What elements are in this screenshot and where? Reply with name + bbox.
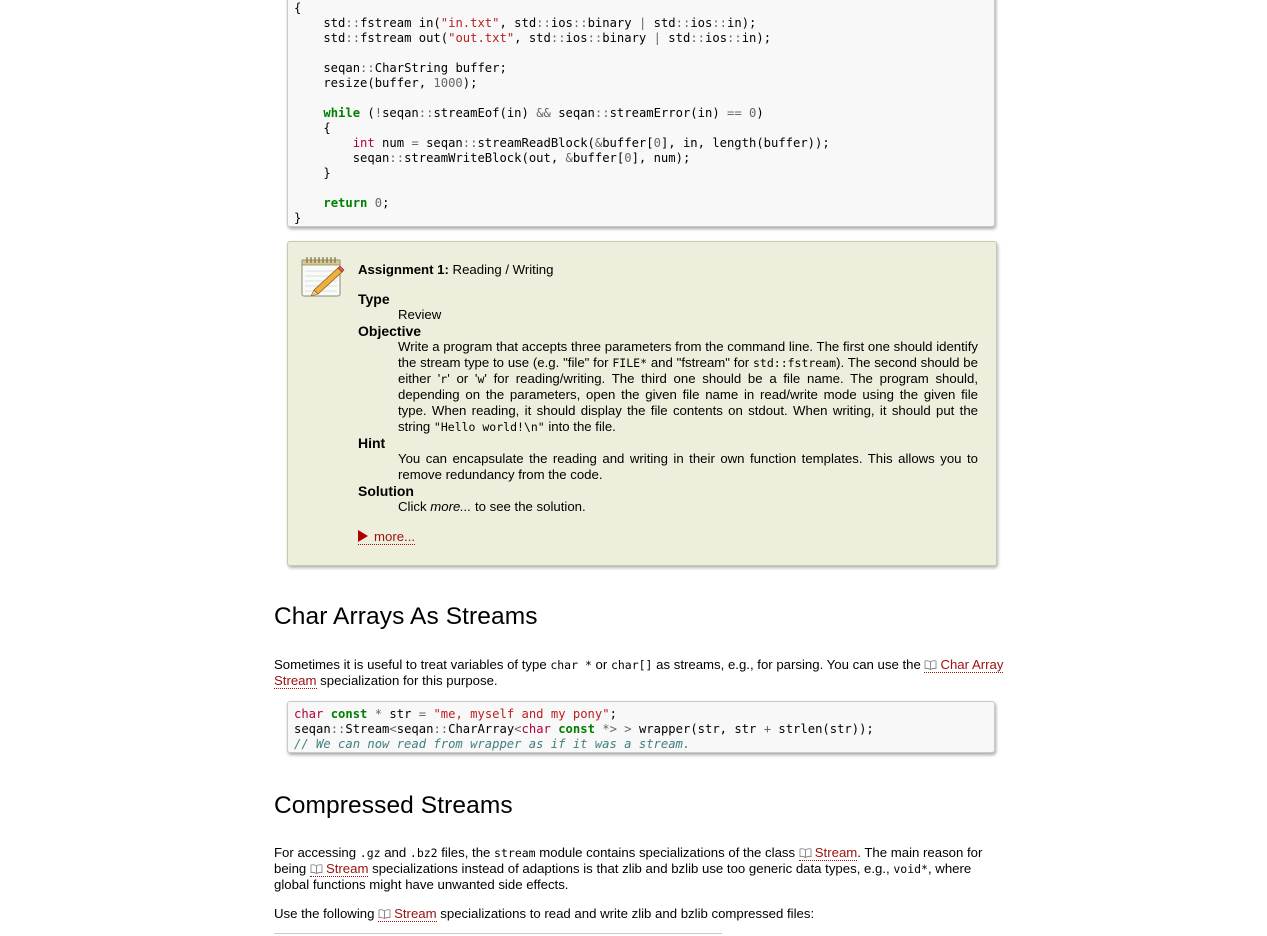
- char-arrays-paragraph: Sometimes it is useful to treat variable…: [274, 657, 1004, 689]
- code-block-char-array: char const * str = "me, myself and my po…: [287, 701, 995, 753]
- assignment-box: Assignment 1: Reading / Writing Type Rev…: [287, 241, 997, 566]
- code-line: resize(buffer, 1000);: [294, 76, 478, 90]
- code-line: {: [294, 121, 331, 135]
- code-line: std::fstream in("in.txt", std::ios::bina…: [294, 16, 757, 30]
- code-line: seqan::streamWriteBlock(out, &buffer[0],…: [294, 151, 691, 165]
- solution-text: Click more... to see the solution.: [398, 499, 586, 514]
- hint-label: Hint: [358, 435, 386, 451]
- book-icon: [799, 848, 812, 858]
- objective-label: Objective: [358, 323, 422, 339]
- more-toggle-link[interactable]: more...: [358, 529, 416, 545]
- code-line: {: [294, 1, 302, 15]
- stream-link-2[interactable]: Stream: [309, 861, 369, 877]
- assignment-content: Assignment 1: Reading / Writing Type Rev…: [358, 262, 978, 545]
- assignment-title: Assignment 1: Reading / Writing: [358, 262, 554, 277]
- code-line: seqan::CharString buffer;: [294, 61, 507, 75]
- code-line: int num = seqan::streamReadBlock(&buffer…: [352, 136, 830, 150]
- code-listing: char const * str = "me, myself and my po…: [294, 707, 994, 752]
- code-block-stream-copy: { std::fstream in("in.txt", std::ios::bi…: [287, 0, 995, 227]
- type-label: Type: [358, 291, 390, 307]
- table-top-border: [274, 933, 722, 934]
- code-line: char const * str = "me, myself and my po…: [294, 707, 617, 721]
- code-line: seqan::Stream<seqan::CharArray<char cons…: [294, 722, 874, 736]
- notepad-pencil-icon: [301, 257, 345, 297]
- code-line: std::fstream out("out.txt", std::ios::bi…: [294, 31, 772, 45]
- book-icon: [378, 909, 391, 919]
- code-listing: { std::fstream in("in.txt", std::ios::bi…: [294, 1, 994, 226]
- hint-text: You can encapsulate the reading and writ…: [398, 451, 978, 482]
- heading-compressed-streams: Compressed Streams: [274, 792, 513, 819]
- compressed-paragraph-2: Use the following Stream specializations…: [274, 906, 815, 922]
- objective-text: Write a program that accepts three param…: [398, 339, 978, 434]
- code-line: return 0;: [323, 196, 390, 210]
- book-icon: [310, 864, 323, 874]
- code-line: }: [294, 211, 302, 225]
- triangle-right-icon: [358, 530, 368, 542]
- assignment-definition-list: Type Review Objective Write a program th…: [358, 291, 978, 515]
- code-line: while (!seqan::streamEof(in) && seqan::s…: [323, 106, 764, 120]
- compressed-paragraph-1: For accessing .gz and .bz2 files, the st…: [274, 845, 983, 892]
- book-icon: [925, 660, 937, 670]
- heading-char-arrays: Char Arrays As Streams: [274, 603, 538, 630]
- solution-label: Solution: [358, 483, 414, 499]
- stream-link-1[interactable]: Stream: [798, 845, 858, 861]
- code-line: // We can now read from wrapper as if it…: [294, 737, 691, 751]
- type-value: Review: [398, 307, 442, 322]
- code-line: }: [294, 166, 331, 180]
- stream-link-3[interactable]: Stream: [378, 906, 437, 922]
